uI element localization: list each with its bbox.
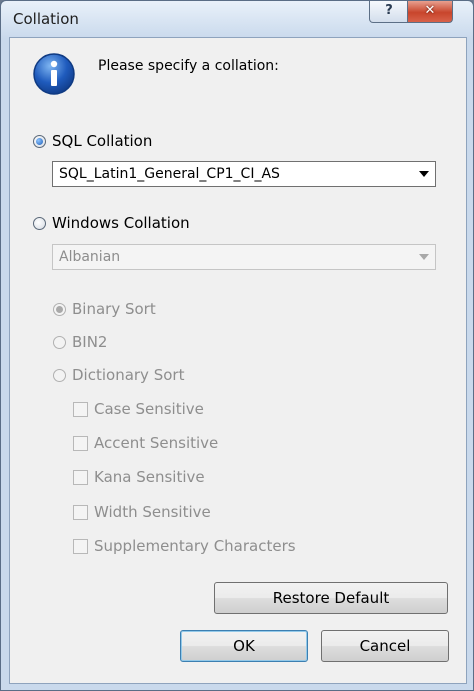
case-sensitive-checkbox[interactable]: Case Sensitive — [73, 400, 204, 418]
case-sensitive-label: Case Sensitive — [94, 400, 204, 418]
windows-collation-radio[interactable]: Windows Collation — [33, 214, 190, 232]
bin2-label: BIN2 — [72, 333, 108, 351]
restore-default-button[interactable]: Restore Default — [214, 582, 448, 614]
sql-collation-radio[interactable]: SQL Collation — [33, 132, 152, 150]
close-button[interactable]: ✕ — [407, 1, 453, 23]
radio-button-checked[interactable] — [33, 134, 46, 148]
title-bar[interactable]: Collation ? ✕ — [1, 1, 473, 37]
binary-sort-radio[interactable]: Binary Sort — [53, 300, 156, 318]
info-icon — [33, 53, 75, 95]
windows-collation-value: Albanian — [59, 249, 121, 265]
ok-button[interactable]: OK — [180, 630, 308, 662]
dictionary-sort-radio[interactable]: Dictionary Sort — [53, 366, 184, 384]
chevron-down-icon[interactable] — [419, 171, 429, 177]
width-sensitive-checkbox[interactable]: Width Sensitive — [73, 503, 211, 521]
sql-collation-value: SQL_Latin1_General_CP1_CI_AS — [59, 166, 280, 182]
radio-button-unchecked[interactable] — [33, 216, 46, 230]
help-button[interactable]: ? — [369, 1, 409, 23]
radio-button-unchecked[interactable] — [53, 368, 66, 382]
cancel-button[interactable]: Cancel — [321, 630, 449, 662]
checkbox-box[interactable] — [73, 504, 88, 520]
radio-button-checked[interactable] — [53, 302, 66, 316]
checkbox-box[interactable] — [73, 435, 88, 451]
binary-sort-label: Binary Sort — [72, 300, 156, 318]
accent-sensitive-checkbox[interactable]: Accent Sensitive — [73, 434, 218, 452]
prompt-text: Please specify a collation: — [98, 58, 279, 74]
sql-collation-dropdown[interactable]: SQL_Latin1_General_CP1_CI_AS — [52, 161, 436, 187]
radio-button-unchecked[interactable] — [53, 335, 66, 349]
dialog-body: Please specify a collation: SQL Collatio… — [9, 37, 467, 684]
chevron-down-icon[interactable] — [419, 254, 429, 260]
windows-collation-label: Windows Collation — [52, 214, 190, 232]
checkbox-box[interactable] — [73, 469, 88, 485]
dialog-title: Collation — [13, 10, 79, 28]
collation-dialog: Collation ? ✕ Please specify a collation… — [0, 0, 474, 691]
windows-collation-dropdown[interactable]: Albanian — [52, 244, 436, 270]
sql-collation-label: SQL Collation — [52, 132, 153, 150]
checkbox-box[interactable] — [73, 401, 88, 417]
bin2-radio[interactable]: BIN2 — [53, 333, 107, 351]
supplementary-characters-label: Supplementary Characters — [94, 537, 296, 555]
checkbox-box[interactable] — [73, 538, 88, 554]
kana-sensitive-label: Kana Sensitive — [94, 468, 205, 486]
width-sensitive-label: Width Sensitive — [94, 503, 211, 521]
dictionary-sort-label: Dictionary Sort — [72, 366, 185, 384]
supplementary-characters-checkbox[interactable]: Supplementary Characters — [73, 537, 296, 555]
kana-sensitive-checkbox[interactable]: Kana Sensitive — [73, 468, 205, 486]
accent-sensitive-label: Accent Sensitive — [94, 434, 219, 452]
